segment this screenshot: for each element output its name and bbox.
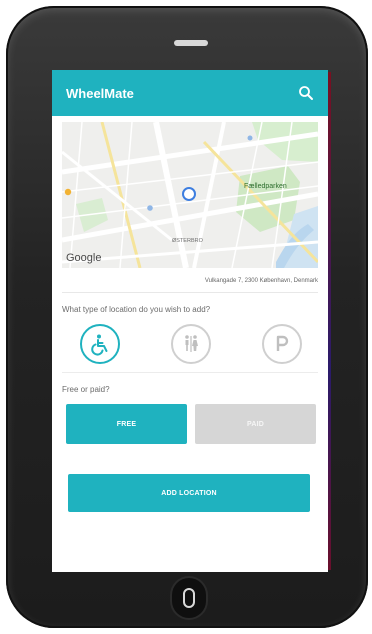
toilet-icon <box>185 335 198 352</box>
wheelchair-type-button[interactable] <box>80 324 120 364</box>
location-type-options <box>62 314 318 373</box>
add-location-button[interactable]: ADD LOCATION <box>68 474 310 512</box>
toilet-type-button[interactable] <box>171 324 211 364</box>
location-type-question: What type of location do you wish to add… <box>62 305 211 314</box>
home-button[interactable] <box>172 578 206 618</box>
search-icon[interactable] <box>298 85 314 101</box>
free-button[interactable]: FREE <box>66 404 187 444</box>
app-bar: WheelMate <box>52 70 328 116</box>
parking-icon <box>276 335 289 351</box>
address-text: Vulkangade 7, 2300 København, Denmark <box>62 278 318 293</box>
home-button-icon <box>183 588 195 608</box>
google-attribution: Google <box>66 252 102 264</box>
cost-question: Free or paid? <box>62 385 110 394</box>
wheelchair-icon <box>91 334 108 356</box>
map-view[interactable]: Fælledparken ØSTERBRO Google <box>62 122 318 268</box>
parking-type-button[interactable] <box>262 324 302 364</box>
map-label-park: Fælledparken <box>244 183 287 190</box>
app-title: WheelMate <box>66 85 134 101</box>
app-screen: WheelMate Fælledparken ØSTERBRO Google V… <box>52 70 328 572</box>
cost-toggle: FREE PAID <box>66 404 316 444</box>
paid-button[interactable]: PAID <box>195 404 316 444</box>
map-label-area: ØSTERBRO <box>172 238 204 244</box>
device-speaker <box>174 40 208 46</box>
